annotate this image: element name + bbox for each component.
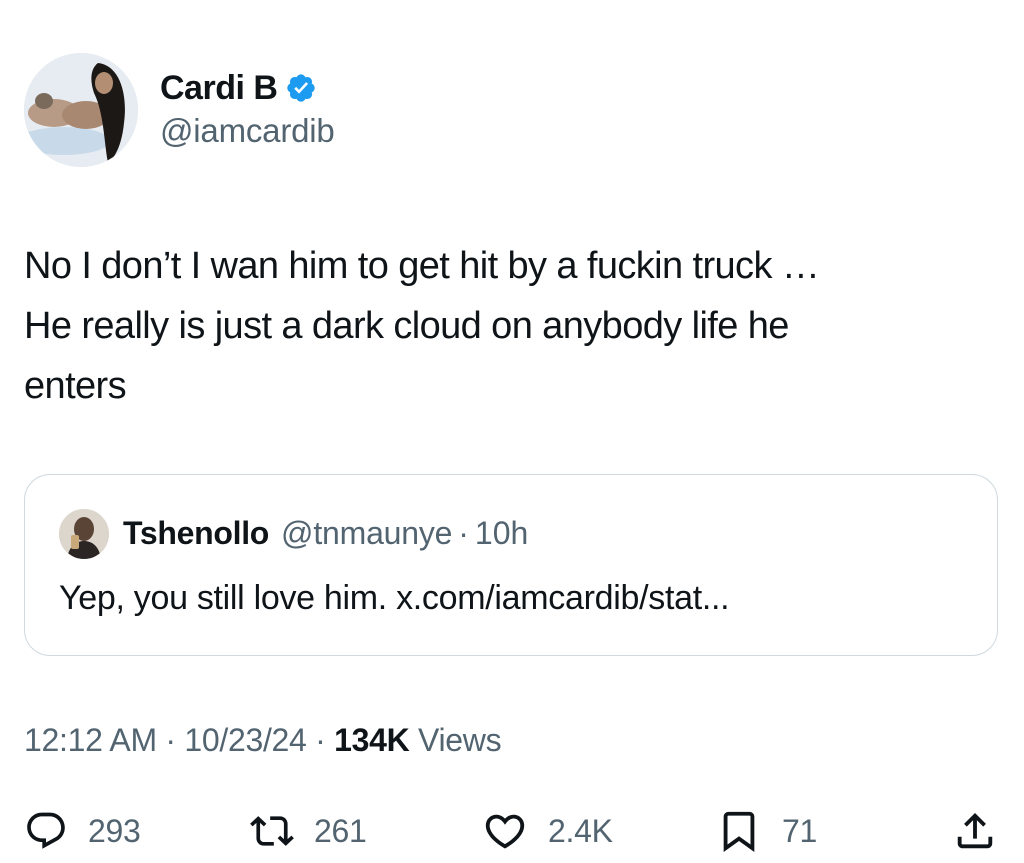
repost-button[interactable]: 261: [250, 805, 367, 857]
meta-separator: ·: [165, 722, 176, 758]
like-button[interactable]: 2.4K: [482, 805, 613, 857]
author-display-name[interactable]: Cardi B: [160, 69, 278, 108]
bookmark-icon: [716, 808, 762, 854]
reply-icon: [24, 809, 68, 853]
quoted-author-avatar[interactable]: [59, 509, 109, 559]
author-avatar[interactable]: [24, 53, 138, 167]
quoted-author-name[interactable]: Tshenollo: [123, 515, 269, 552]
views-count: 134K: [334, 722, 410, 758]
like-count: 2.4K: [548, 812, 613, 849]
views-label: Views: [417, 722, 502, 758]
quoted-author-handle[interactable]: @tnmaunye: [281, 515, 452, 552]
share-button[interactable]: [952, 805, 998, 857]
tweet-text: No I don’t I wan him to get hit by a fuc…: [24, 245, 820, 407]
tweet-date[interactable]: 10/23/24: [184, 722, 306, 758]
meta-separator: ·: [315, 722, 326, 758]
tweet-time[interactable]: 12:12 AM: [24, 722, 157, 758]
quoted-separator: ·: [458, 515, 469, 551]
heart-icon: [482, 808, 528, 854]
author-name-row[interactable]: Cardi B: [160, 66, 317, 110]
quoted-tweet-card[interactable]: Tshenollo @tnmaunye · 10h Yep, you still…: [24, 474, 998, 656]
quoted-timestamp[interactable]: 10h: [475, 515, 528, 552]
tweet: Cardi B @iamcardib No I don’t I wan him …: [0, 0, 1024, 863]
reply-count: 293: [88, 812, 141, 849]
repost-icon: [250, 809, 294, 853]
verified-badge-icon: [285, 72, 317, 104]
share-icon: [952, 808, 998, 854]
quoted-tweet-text: Yep, you still love him. x.com/iamcardib…: [59, 579, 730, 617]
action-bar: 293 261 2.4K 71: [24, 805, 1000, 857]
reply-button[interactable]: 293: [24, 805, 141, 857]
quoted-tweet-header: Tshenollo @tnmaunye · 10h: [123, 515, 528, 552]
bookmark-count: 71: [782, 812, 817, 849]
author-handle[interactable]: @iamcardib: [160, 112, 335, 150]
bookmark-button[interactable]: 71: [716, 805, 817, 857]
tweet-meta: 12:12 AM · 10/23/24 · 134K Views: [24, 722, 502, 759]
repost-count: 261: [314, 812, 367, 849]
